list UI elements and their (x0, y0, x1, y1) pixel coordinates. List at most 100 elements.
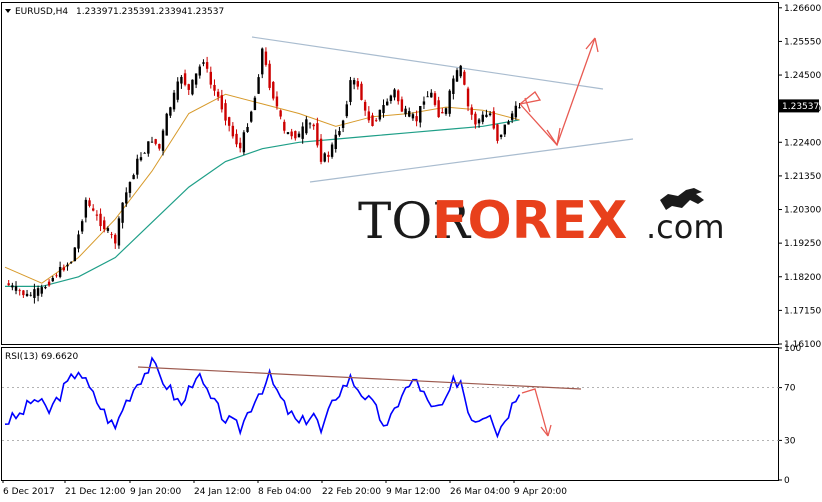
ohlc-open: 1.23397 (76, 7, 113, 17)
candle-body (253, 97, 257, 111)
candle-body (169, 107, 172, 116)
candle-body (227, 117, 231, 126)
candle-body (397, 90, 400, 102)
time-tick-label: 6 Dec 2017 (3, 487, 55, 497)
candle-body (279, 110, 282, 117)
candle-body (224, 103, 227, 121)
candle-body (415, 116, 418, 122)
candle-body (69, 261, 73, 263)
candle-body (36, 288, 40, 296)
time-tick-label: 24 Jan 12:00 (194, 487, 251, 497)
rsi-tick-label: 0 (784, 476, 790, 486)
rsi-tick-label: 100 (784, 344, 801, 354)
time-tick-label: 9 Jan 20:00 (130, 487, 182, 497)
candle-body (47, 281, 51, 286)
candle-body (503, 124, 506, 135)
candle-body (389, 95, 393, 101)
price-tick-label: 1.19250 (784, 239, 821, 249)
candle-body (323, 153, 326, 162)
candle-body (150, 141, 154, 143)
candle-body (99, 213, 102, 227)
candle-body (22, 290, 25, 296)
candle-body (125, 192, 128, 204)
price-tick-label: 1.25550 (784, 37, 821, 47)
candle-body (220, 95, 224, 110)
candle-body (66, 264, 69, 267)
candle-body (371, 115, 374, 126)
candle-body (485, 114, 488, 117)
candle-body (518, 107, 521, 109)
candle-body (191, 79, 194, 95)
candle-body (441, 112, 444, 114)
candle-body (92, 208, 95, 211)
candle-body (143, 152, 146, 154)
candle-body (128, 182, 132, 193)
candle-body (360, 83, 363, 100)
price-tick-label: 1.26600 (784, 4, 821, 14)
symbol-label: EURUSD,H4 (15, 7, 68, 17)
candle-body (239, 142, 242, 149)
candle-body (356, 81, 359, 87)
candle-body (110, 234, 113, 236)
candle-body (297, 133, 301, 138)
price-tick-label: 1.24500 (784, 71, 821, 81)
candle-body (466, 88, 470, 107)
candle-body (507, 121, 510, 125)
candle-body (408, 111, 411, 117)
candle-body (272, 82, 275, 99)
candle-body (7, 283, 10, 286)
candle-body (14, 286, 18, 291)
price-tick-label: 1.18200 (784, 273, 821, 283)
candle-body (386, 101, 389, 106)
candle-body (187, 84, 190, 90)
candle-body (268, 63, 271, 88)
candle-body (319, 138, 323, 162)
candle-body (176, 81, 179, 100)
ohlc-close: 1.23537 (187, 7, 224, 17)
candle-body (404, 108, 407, 115)
candle-body (499, 134, 503, 138)
price-tick-label: 1.20300 (784, 206, 821, 216)
candle-body (514, 105, 518, 118)
eurusd-chart: TOR FOREX .com EURUSD,H4 1.23397 1.23539… (0, 0, 822, 502)
candle-body (488, 113, 492, 116)
candle-body (73, 247, 77, 262)
candle-body (33, 289, 36, 298)
candle-body (88, 200, 91, 206)
candle-body (411, 114, 415, 119)
candle-body (257, 77, 260, 94)
candle-body (327, 154, 330, 157)
candle-body (341, 120, 345, 128)
candle-body (55, 275, 58, 277)
price-tick-label: 1.22400 (784, 138, 821, 148)
candle-body (242, 132, 246, 153)
candle-body (11, 285, 14, 288)
candle-body (470, 107, 473, 115)
candle-body (117, 218, 121, 246)
candle-body (338, 130, 341, 136)
candle-body (430, 92, 433, 98)
candle-body (492, 111, 495, 129)
candle-body (367, 111, 371, 121)
candle-body (422, 101, 426, 105)
candle-body (213, 84, 216, 91)
candle-body (433, 93, 437, 105)
candle-body (459, 65, 462, 77)
candle-body (51, 277, 54, 282)
candle-body (250, 111, 253, 122)
candle-body (400, 99, 404, 112)
candle-body (463, 71, 466, 85)
candle-body (496, 124, 499, 141)
candle-body (448, 90, 451, 114)
candle-body (426, 96, 429, 98)
candle-body (25, 293, 29, 296)
candle-body (481, 114, 484, 122)
current-price-label: 1.23537 (782, 102, 819, 112)
candle-body (510, 113, 514, 120)
current-price-marker: 1.23537 (779, 99, 819, 113)
candle-body (209, 71, 212, 85)
candle-body (349, 80, 352, 102)
candle-body (114, 234, 117, 244)
candle-body (275, 96, 279, 107)
time-tick-label: 9 Apr 20:00 (514, 487, 567, 497)
